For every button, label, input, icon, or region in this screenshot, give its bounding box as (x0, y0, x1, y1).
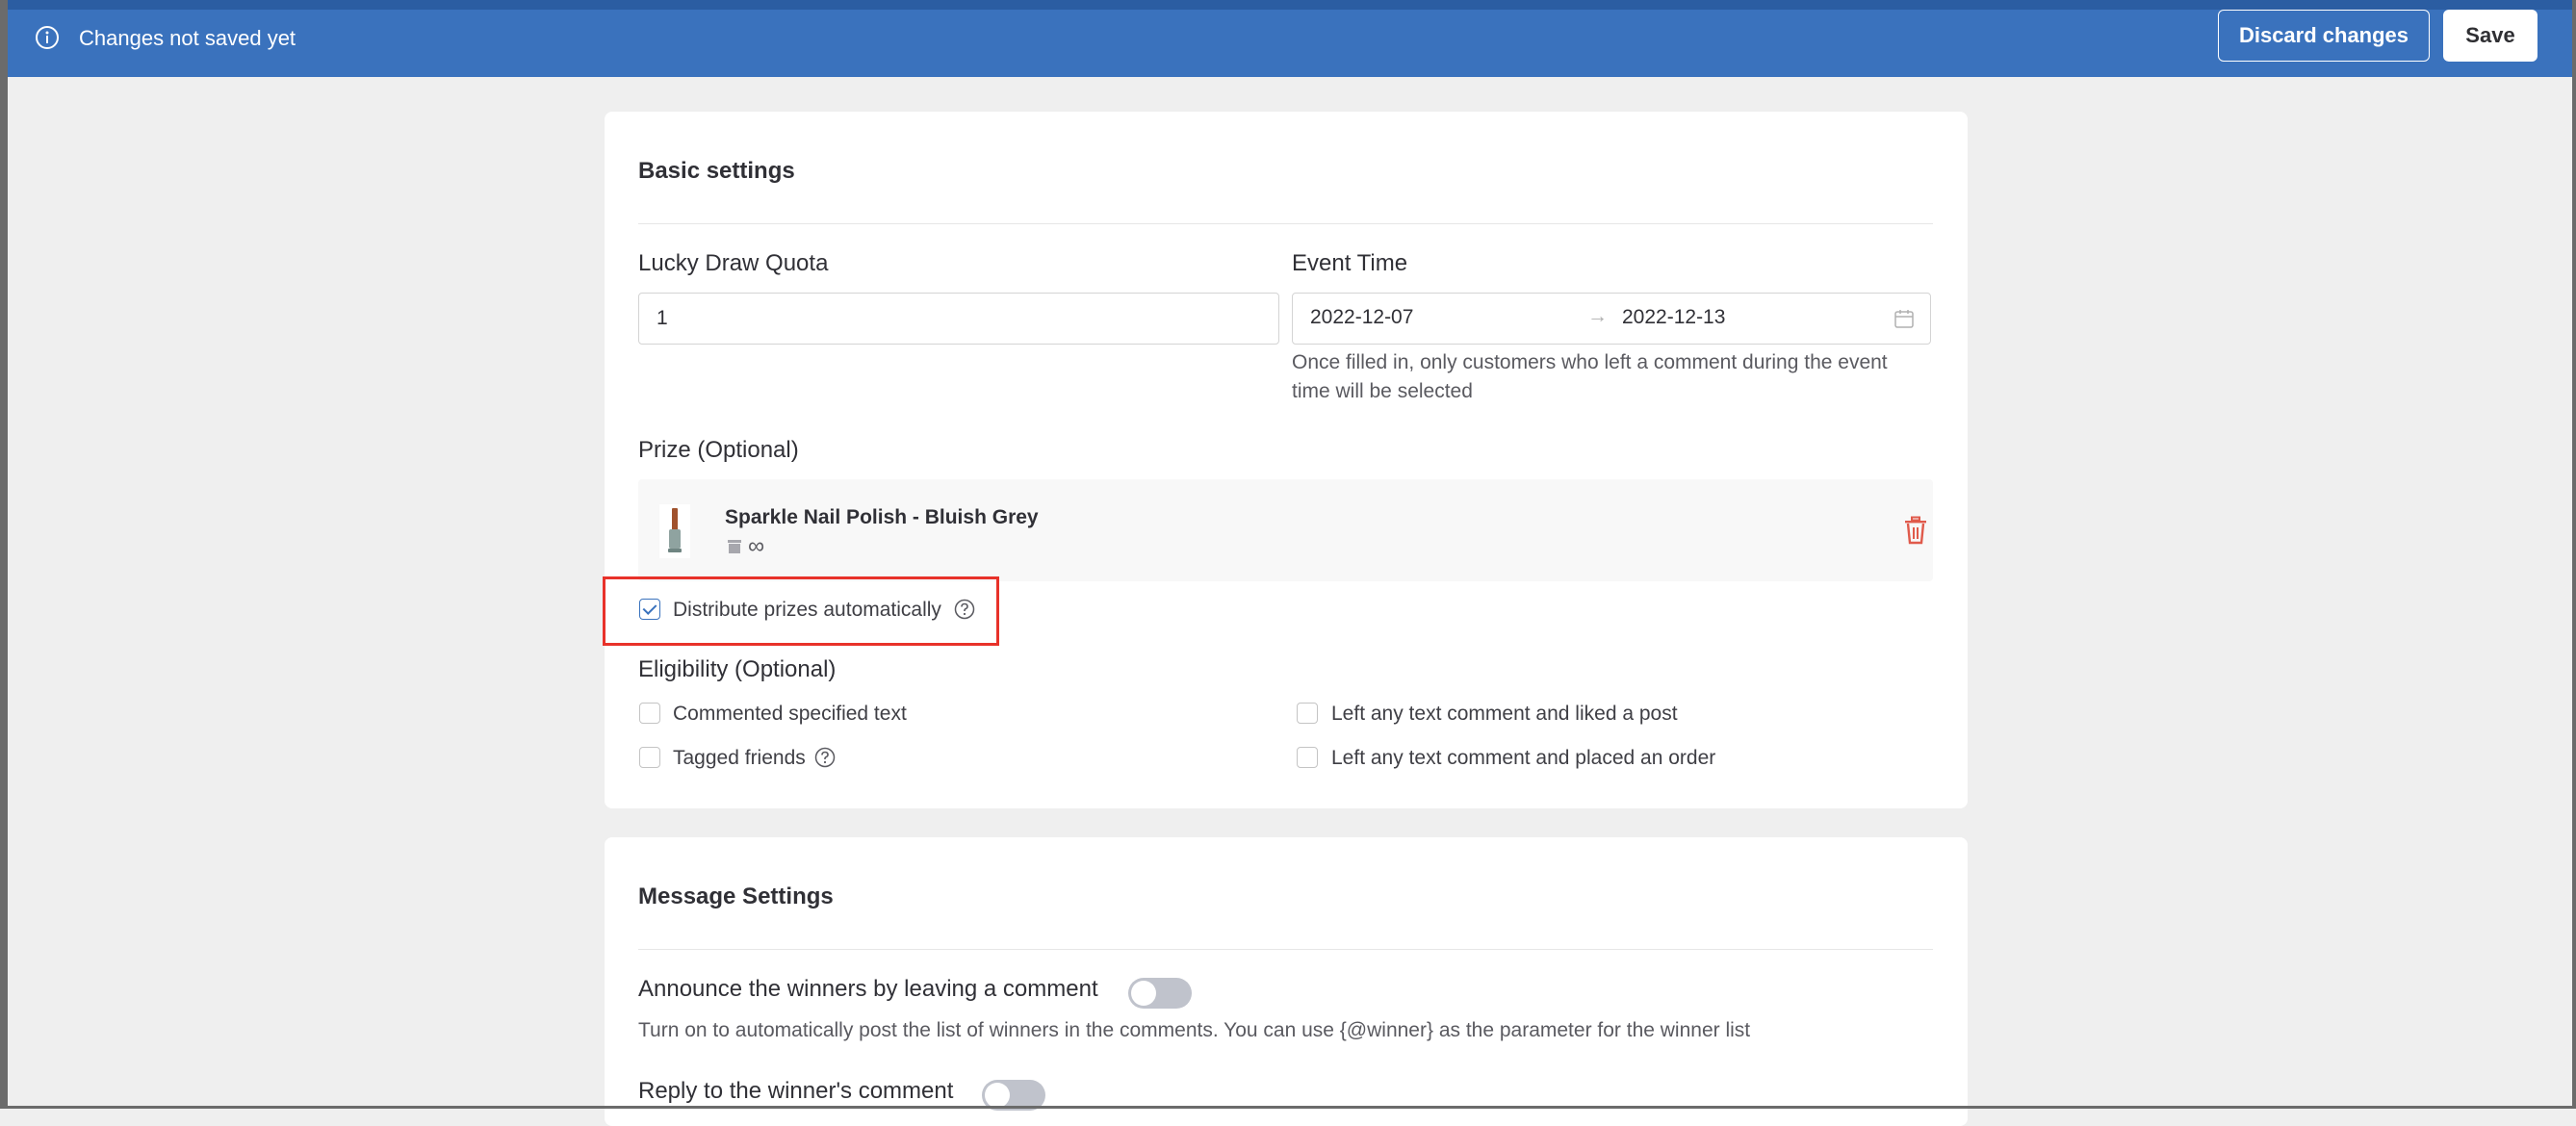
window-frame-right (2572, 0, 2576, 1109)
stock-icon (728, 540, 741, 553)
delete-prize-icon[interactable] (1903, 516, 1928, 545)
product-thumbnail (659, 504, 690, 558)
message-settings-card: Message Settings Announce the winners by… (605, 837, 1968, 1126)
basic-settings-title: Basic settings (638, 158, 795, 184)
eligibility-checkbox-commented-text[interactable] (639, 703, 660, 724)
eligibility-label-placed-order[interactable]: Left any text comment and placed an orde… (1331, 747, 1715, 770)
prize-label: Prize (Optional) (638, 437, 799, 463)
prize-stock-value: ∞ (748, 533, 765, 559)
event-start-date[interactable]: 2022-12-07 (1310, 306, 1413, 329)
event-time-label: Event Time (1292, 250, 1408, 276)
eligibility-label: Eligibility (Optional) (638, 656, 837, 682)
announce-winners-label: Announce the winners by leaving a commen… (638, 976, 1098, 1002)
lucky-draw-quota-label: Lucky Draw Quota (638, 250, 829, 276)
event-end-date[interactable]: 2022-12-13 (1622, 306, 1725, 329)
unsaved-status-text: Changes not saved yet (79, 26, 296, 50)
eligibility-label-tagged-friends[interactable]: Tagged friends (673, 747, 806, 770)
window-frame-left (0, 0, 8, 1109)
eligibility-label-liked-post[interactable]: Left any text comment and liked a post (1331, 703, 1678, 726)
calendar-icon[interactable] (1893, 308, 1915, 329)
eligibility-checkbox-liked-post[interactable] (1297, 703, 1318, 724)
save-button[interactable]: Save (2443, 10, 2537, 62)
announce-winners-toggle[interactable] (1128, 978, 1192, 1009)
reply-winner-label: Reply to the winner's comment (638, 1078, 954, 1104)
prize-item: Sparkle Nail Polish - Bluish Grey ∞ (638, 479, 1933, 581)
message-settings-title: Message Settings (638, 883, 834, 909)
prize-name: Sparkle Nail Polish - Bluish Grey (725, 506, 1039, 528)
date-range-arrow: → (1587, 305, 1608, 327)
info-icon (36, 26, 59, 49)
event-time-help-text: Once filled in, only customers who left … (1292, 351, 1888, 402)
highlight-annotation-box (603, 576, 999, 646)
help-icon[interactable] (814, 747, 836, 768)
section-divider (638, 949, 1933, 950)
eligibility-label-commented-text[interactable]: Commented specified text (673, 703, 907, 726)
announce-winners-help-text: Turn on to automatically post the list o… (638, 1019, 1751, 1041)
unsaved-changes-bar: Changes not saved yet Discard changes Sa… (8, 0, 2572, 77)
basic-settings-card: Basic settings Lucky Draw Quota Event Ti… (605, 112, 1968, 808)
event-time-range-picker[interactable]: 2022-12-07 → 2022-12-13 (1292, 293, 1931, 345)
section-divider (638, 223, 1933, 224)
eligibility-checkbox-placed-order[interactable] (1297, 747, 1318, 768)
discard-changes-button[interactable]: Discard changes (2218, 10, 2430, 62)
lucky-draw-quota-input[interactable] (638, 293, 1279, 345)
eligibility-checkbox-tagged-friends[interactable] (639, 747, 660, 768)
